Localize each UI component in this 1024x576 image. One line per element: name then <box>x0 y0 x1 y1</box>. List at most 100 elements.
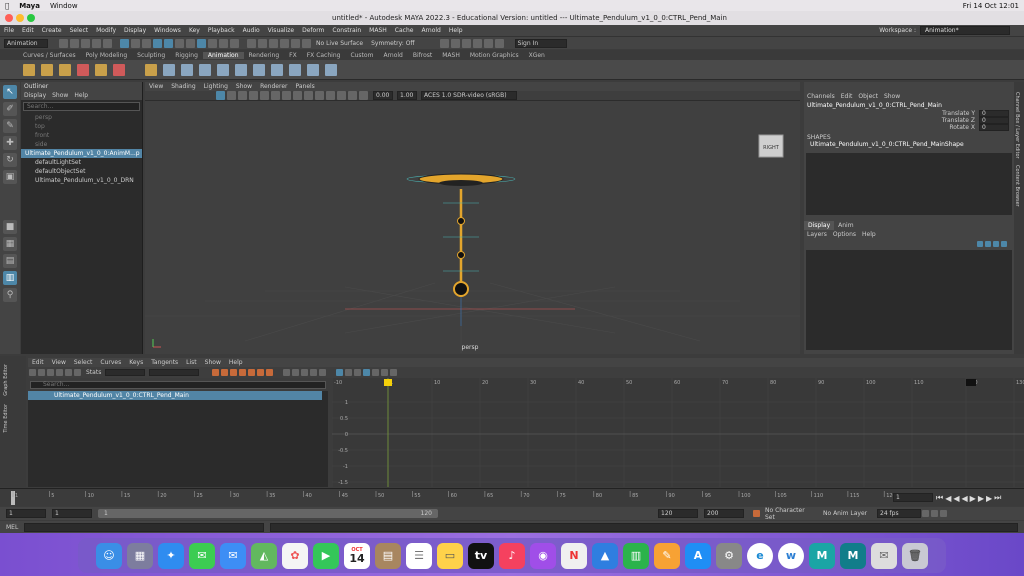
shelf-tab-arnold[interactable]: Arnold <box>378 52 407 59</box>
snap-projected-icon[interactable] <box>280 38 289 48</box>
shelf-tool-icon[interactable] <box>77 63 89 76</box>
graph-layout-icon[interactable]: ▥ <box>3 271 17 285</box>
snap-point-icon[interactable] <box>269 38 278 48</box>
viewport-menu-panels[interactable]: Panels <box>291 82 318 91</box>
outliner-item-animmap[interactable]: Ultimate_Pendulum_v1_0_0:AnimM...p <box>21 149 142 158</box>
smooth-shade-icon[interactable] <box>227 91 236 100</box>
xray-joints-icon[interactable] <box>326 91 335 100</box>
graph-menu-edit[interactable]: Edit <box>28 358 48 367</box>
pages-icon[interactable]: ✎ <box>654 542 680 569</box>
menu-arnold[interactable]: Arnold <box>417 27 444 34</box>
render-settings-icon[interactable] <box>461 38 471 48</box>
zoom-window-button[interactable] <box>27 14 35 22</box>
menu-deform[interactable]: Deform <box>298 27 328 34</box>
open-scene-icon[interactable] <box>70 38 79 48</box>
shelf-tab-sculpting[interactable]: Sculpting <box>132 52 170 59</box>
shelf-tool-icon[interactable] <box>307 63 319 76</box>
attr-translate-z-value[interactable]: 0 <box>979 117 1009 124</box>
reminders-icon[interactable]: ☰ <box>406 542 432 569</box>
shape-node-name[interactable]: Ultimate_Pendulum_v1_0_0:CTRL_Pend_MainS… <box>804 141 1014 149</box>
undo-icon[interactable] <box>92 38 101 48</box>
resolution-gate-icon[interactable] <box>348 91 357 100</box>
graph-menu-curves[interactable]: Curves <box>96 358 125 367</box>
shelf-tool-icon[interactable] <box>235 63 247 76</box>
denormalize-icon[interactable] <box>372 369 380 376</box>
post-infinity-icon[interactable] <box>390 369 398 376</box>
shelf-tool-icon[interactable] <box>199 63 211 76</box>
mel-input[interactable] <box>24 522 265 532</box>
app-menu[interactable]: Maya <box>14 2 45 10</box>
step-back-frame-icon[interactable]: ◀ <box>953 494 959 503</box>
mask-icon[interactable] <box>153 38 162 48</box>
value-snap-icon[interactable] <box>354 369 362 376</box>
menu-select[interactable]: Select <box>66 27 93 34</box>
time-snap-icon[interactable] <box>345 369 353 376</box>
viewport-menu-shading[interactable]: Shading <box>167 82 199 91</box>
graph-menu-select[interactable]: Select <box>70 358 97 367</box>
shelf-tool-icon[interactable] <box>163 63 175 76</box>
anim-prefs-icon[interactable] <box>940 510 947 517</box>
arnold-render-icon[interactable] <box>483 38 493 48</box>
region-icon[interactable] <box>56 369 63 376</box>
wireframe-icon[interactable] <box>216 91 225 100</box>
unify-tangent-icon[interactable] <box>301 369 309 376</box>
shelf-tool-icon[interactable] <box>145 63 157 76</box>
graph-menu-tangents[interactable]: Tangents <box>147 358 182 367</box>
save-scene-icon[interactable] <box>81 38 90 48</box>
xray-icon[interactable] <box>315 91 324 100</box>
graph-canvas[interactable]: -10110203040506070809010011012013010.50-… <box>332 378 1024 487</box>
grid-icon[interactable] <box>337 91 346 100</box>
layer-menu-options[interactable]: Options <box>830 230 859 239</box>
apple-icon[interactable]:  <box>0 2 14 10</box>
shelf-tool-icon[interactable] <box>23 63 35 76</box>
mask-deform-icon[interactable] <box>197 38 206 48</box>
menu-help[interactable]: Help <box>445 27 467 34</box>
notes-icon[interactable]: ▭ <box>437 542 463 569</box>
mask-misc-icon[interactable] <box>230 38 239 48</box>
shelf-tool-icon[interactable] <box>253 63 265 76</box>
rotate-tool-icon[interactable]: ↻ <box>3 153 17 167</box>
tv-icon[interactable]: tv <box>468 542 494 569</box>
render-icon[interactable] <box>439 38 449 48</box>
select-component-icon[interactable] <box>142 38 151 48</box>
scale-tool-icon[interactable]: ▣ <box>3 170 17 184</box>
shelf-tab-curves[interactable]: Curves / Surfaces <box>18 52 81 59</box>
viewport-menu-renderer[interactable]: Renderer <box>256 82 291 91</box>
character-icon[interactable] <box>753 510 760 517</box>
attr-rotate-x-value[interactable]: 0 <box>979 124 1009 131</box>
layer-menu-layers[interactable]: Layers <box>804 230 830 239</box>
lock-tangent-icon[interactable] <box>319 369 327 376</box>
maps-icon[interactable]: ◭ <box>251 542 277 569</box>
step-back-key-icon[interactable]: ◀ <box>945 494 951 503</box>
start-time-field[interactable]: 1 <box>6 509 46 518</box>
graph-menu-view[interactable]: View <box>48 358 70 367</box>
menu-visualize[interactable]: Visualize <box>264 27 298 34</box>
key-stats-icon[interactable] <box>74 369 81 376</box>
mail-icon[interactable]: ✉ <box>220 542 246 569</box>
shelf-tab-xgen[interactable]: XGen <box>524 52 550 59</box>
lattice-icon[interactable] <box>47 369 54 376</box>
playback-end-field[interactable]: 120 <box>658 509 698 518</box>
layer-menu-help[interactable]: Help <box>859 230 879 239</box>
graph-menu-help[interactable]: Help <box>225 358 247 367</box>
dof-icon[interactable] <box>293 91 302 100</box>
side-tab-time-editor[interactable]: Time Editor <box>3 404 9 433</box>
window-menu[interactable]: Window <box>45 2 83 10</box>
graph-search-input[interactable]: Search... <box>30 381 326 389</box>
menu-modify[interactable]: Modify <box>92 27 120 34</box>
clock[interactable]: Fri 14 Oct 12:01 <box>958 2 1024 10</box>
minimize-window-button[interactable] <box>16 14 24 22</box>
facetime-icon[interactable]: ▶ <box>313 542 339 569</box>
shadows-icon[interactable] <box>260 91 269 100</box>
shelf-tool-icon[interactable] <box>217 63 229 76</box>
go-to-end-icon[interactable]: ⏭ <box>994 493 1001 503</box>
shelf-tab-custom[interactable]: Custom <box>345 52 378 59</box>
layer-new-icon[interactable] <box>977 240 983 247</box>
side-tab-content-browser[interactable]: Content Browser <box>1014 165 1020 207</box>
snap-grid-icon[interactable] <box>247 38 256 48</box>
tangent-clamped-icon[interactable] <box>230 369 238 376</box>
graph-menu-list[interactable]: List <box>182 358 201 367</box>
auto-key-icon[interactable] <box>931 510 938 517</box>
mask-curves-icon[interactable] <box>164 38 173 48</box>
workspace-select[interactable]: Animation* <box>920 26 1010 35</box>
